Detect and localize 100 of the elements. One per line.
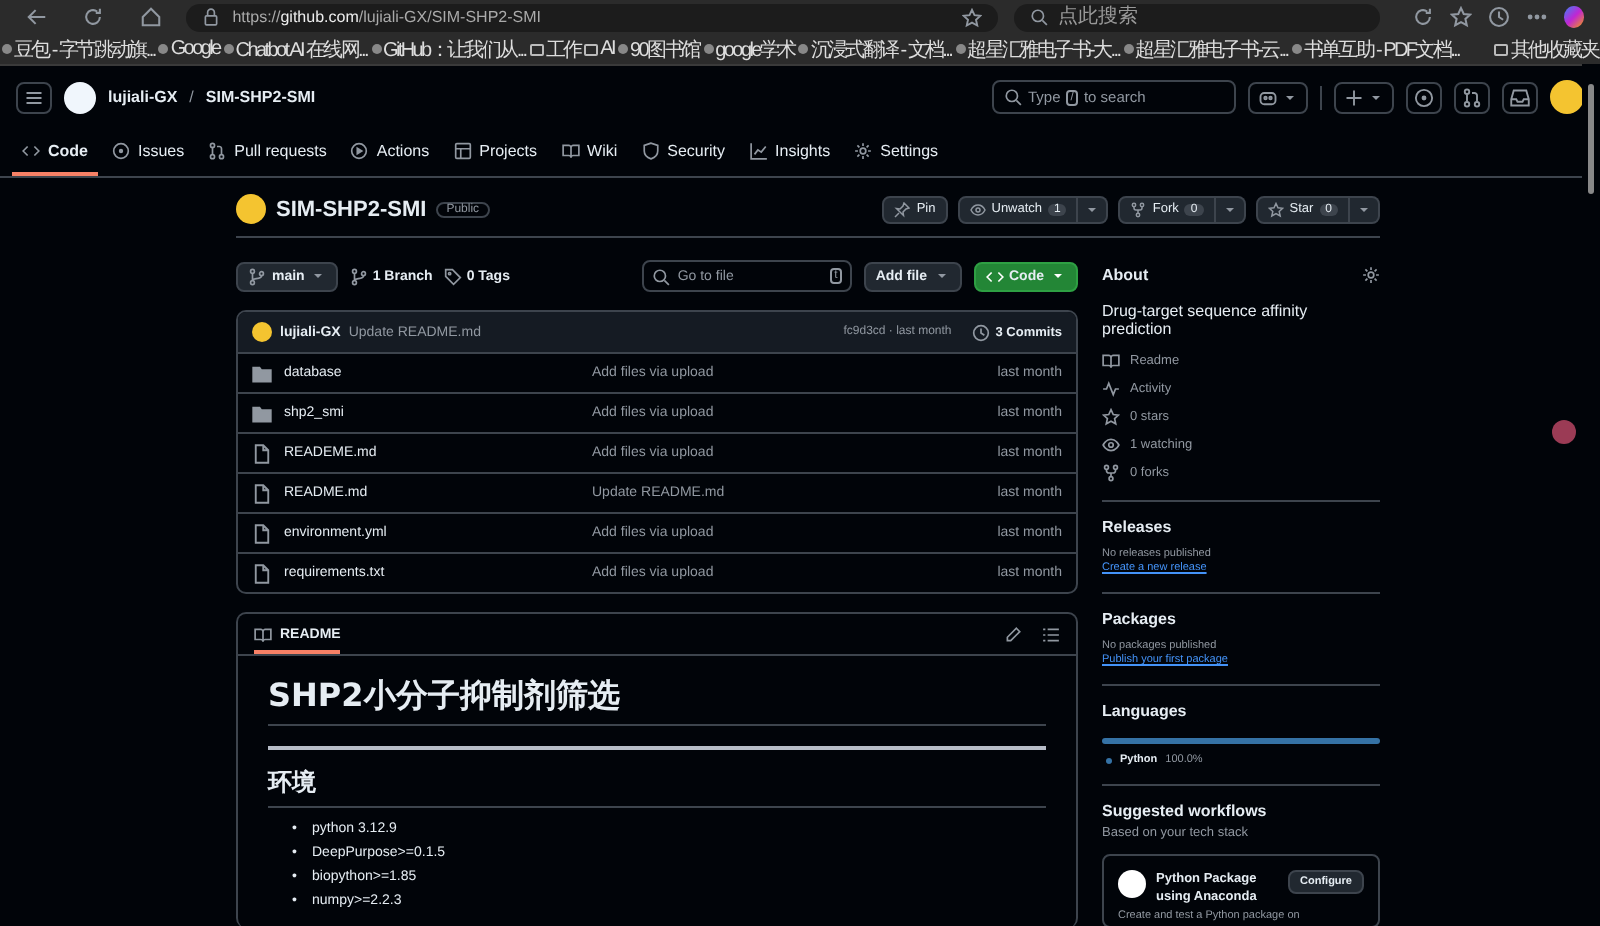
branch-icon: [248, 267, 266, 285]
bookmark[interactable]: 工作: [529, 35, 581, 63]
file-icon: [252, 523, 272, 543]
bookmark[interactable]: 90图书馆: [618, 35, 700, 63]
bookmark[interactable]: Google: [158, 38, 220, 60]
search-icon: [1029, 8, 1048, 26]
bookmark[interactable]: 豆包 - 字节跳动旗...: [2, 35, 155, 63]
table-icon: [453, 141, 472, 159]
search-placeholder: 点此搜索: [1057, 5, 1138, 29]
about-heading: About: [1102, 266, 1149, 284]
watch-dropdown-button[interactable]: [1078, 195, 1109, 223]
repo-tab[interactable]: Insights: [739, 128, 841, 176]
repo-tab[interactable]: Issues: [102, 128, 195, 176]
repo-avatar: [236, 194, 266, 224]
tag-icon: [444, 267, 463, 285]
reload-icon: [82, 6, 105, 28]
caret-icon: [1050, 268, 1066, 284]
eye-icon: [969, 201, 986, 217]
owner-link[interactable]: lujiali-GX: [108, 88, 178, 106]
star-icon: [1449, 6, 1472, 28]
fork-icon: [1102, 464, 1120, 482]
reload-icon: [1411, 6, 1434, 28]
copilot-icon: [1258, 87, 1278, 107]
graph-icon: [749, 141, 768, 159]
code-icon: [985, 267, 1003, 285]
caret-icon: [933, 268, 949, 284]
copilot-button[interactable]: [1248, 81, 1308, 113]
star-icon: [1102, 408, 1120, 426]
plus-icon: [1344, 87, 1364, 107]
search-icon: [1004, 88, 1022, 106]
repo-description: Drug-target sequence affinity prediction: [1102, 302, 1310, 338]
pulse-icon: [1102, 380, 1120, 398]
bookmark[interactable]: 书单互助 - PDF文档...: [1291, 35, 1460, 63]
gear-icon: [1362, 266, 1380, 284]
author-avatar: [252, 322, 272, 342]
book-icon: [254, 625, 272, 643]
repo-name: SIM-SHP2-SMI: [276, 197, 427, 221]
pull-request-icon: [208, 141, 227, 159]
star-icon: [1267, 201, 1284, 217]
caret-icon: [310, 268, 327, 284]
releases-heading: Releases: [1102, 518, 1174, 536]
bookmark[interactable]: Chatbot AI 在线网...: [223, 35, 367, 63]
lock-icon: [202, 8, 221, 26]
play-icon: [350, 141, 369, 159]
repo-tab[interactable]: Wiki: [551, 128, 628, 176]
pull-requests-button[interactable]: [1454, 81, 1490, 113]
bookmark[interactable]: google学术: [703, 35, 795, 63]
breadcrumb-separator: /: [189, 88, 194, 106]
inbox-icon: [1510, 87, 1530, 107]
pin-icon: [894, 201, 911, 217]
clock-icon: [1487, 6, 1510, 28]
star-dropdown-button[interactable]: [1350, 195, 1380, 223]
code-icon: [22, 141, 40, 159]
issue-icon: [112, 141, 130, 159]
branch-icon: [350, 267, 369, 285]
gear-icon: [854, 141, 873, 159]
file-icon: [252, 563, 272, 583]
readme-title: SHP2小分子抑制剂筛选: [268, 676, 1046, 726]
eye-icon: [1102, 436, 1120, 454]
create-button[interactable]: [1334, 81, 1394, 113]
scrollbar-thumb[interactable]: [1588, 84, 1594, 194]
search-icon: [651, 267, 670, 285]
bookmark[interactable]: GitHub：让我们从...: [371, 35, 526, 63]
readme-heading: 环境: [268, 766, 1046, 808]
home-icon: [139, 6, 162, 28]
star-icon: [961, 7, 982, 27]
bookmark[interactable]: 超星汇雅电子书-云...: [1123, 35, 1288, 63]
menu-button[interactable]: [16, 81, 52, 113]
repo-link[interactable]: SIM-SHP2-SMI: [205, 88, 316, 106]
user-avatar[interactable]: [1550, 80, 1584, 114]
file-icon: [252, 443, 272, 463]
menu-icon: [24, 87, 44, 107]
bookmark[interactable]: 沉浸式翻译 - 文档...: [798, 35, 952, 63]
other-bookmarks[interactable]: 其他收藏夹: [1494, 35, 1598, 63]
packages-heading: Packages: [1102, 610, 1178, 628]
pencil-icon: [1004, 625, 1022, 643]
repo-tab[interactable]: Code: [12, 128, 98, 176]
pull-request-icon: [1462, 87, 1482, 107]
fork-icon: [1130, 201, 1147, 217]
repo-tab[interactable]: Settings: [844, 128, 949, 176]
shield-icon: [641, 141, 660, 159]
fork-dropdown-button[interactable]: [1215, 195, 1246, 223]
bookmark[interactable]: 超星汇雅电子书-大...: [955, 35, 1120, 63]
repo-tab[interactable]: Actions: [340, 128, 440, 176]
book-icon: [1102, 352, 1120, 370]
browser-search-field[interactable]: 点此搜索: [1013, 3, 1380, 31]
address-bar[interactable]: https://github.com/lujiali-GX/SIM-SHP2-SMI: [186, 3, 998, 31]
repo-tab[interactable]: Pull requests: [198, 128, 337, 176]
book-icon: [561, 141, 580, 159]
repo-tab[interactable]: Projects: [443, 128, 548, 176]
issue-icon: [1414, 87, 1434, 107]
clock-icon: [971, 323, 990, 341]
list-icon: [1042, 625, 1060, 643]
bookmark[interactable]: AI: [584, 38, 615, 60]
languages-heading: Languages: [1102, 702, 1189, 720]
url-text: https://github.com/lujiali-GX/SIM-SHP2-SMI: [232, 8, 541, 26]
inbox-button[interactable]: [1502, 81, 1538, 113]
issues-button[interactable]: [1406, 81, 1442, 113]
back-icon: [25, 6, 48, 28]
repo-tab[interactable]: Security: [631, 128, 736, 176]
